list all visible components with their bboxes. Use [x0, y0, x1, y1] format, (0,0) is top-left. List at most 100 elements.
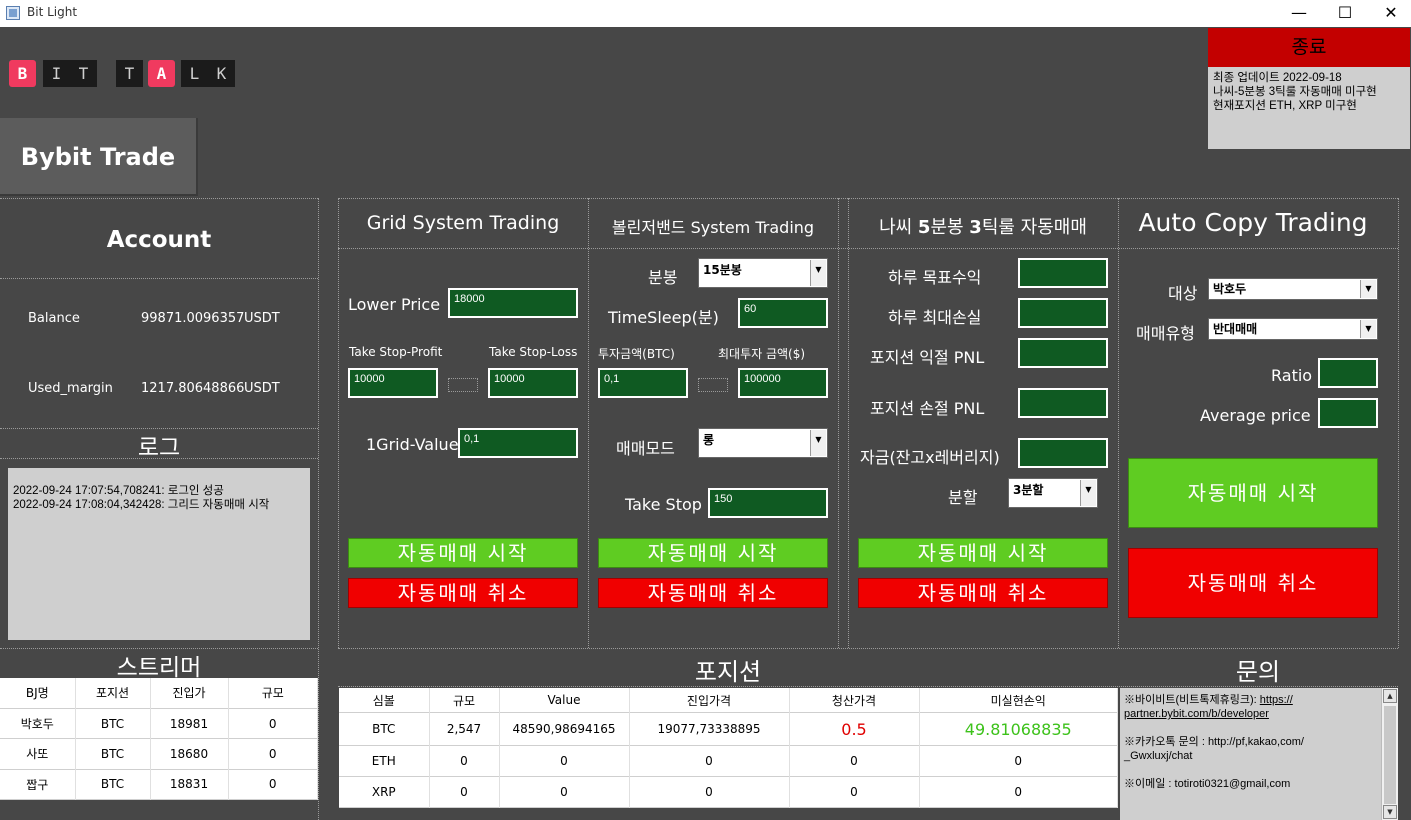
grid-value-label: 1Grid-Value [366, 435, 459, 454]
cell: 0 [429, 745, 500, 777]
notice-box: 최종 업데이트 2022-09-18 나씨-5분봉 3틱룰 자동매매 미구현 현… [1208, 67, 1410, 149]
fund-input[interactable] [1018, 438, 1108, 468]
column-header: BJ명 [0, 678, 76, 709]
column-header: Value [499, 688, 630, 713]
time-sleep-input[interactable]: 60 [738, 298, 828, 328]
logo-letter: T [116, 60, 143, 87]
close-window-button[interactable]: ✕ [1368, 0, 1411, 27]
ratio-input[interactable] [1318, 358, 1378, 388]
cell: 18680 [150, 738, 229, 770]
lower-price-input[interactable]: 18000 [448, 288, 578, 318]
inquiry-text: _Gwxluxj/chat [1124, 750, 1193, 762]
invest-input[interactable]: 0,1 [598, 368, 688, 398]
candle-select[interactable]: 15분봉 ▼ [698, 258, 828, 288]
cell: 0 [499, 776, 630, 808]
cell: ETH [339, 745, 430, 777]
minimize-button[interactable]: — [1276, 0, 1322, 27]
daily-target-label: 하루 목표수익 [888, 268, 982, 287]
nassi-title: 나씨 5분봉 3틱룰 자동매매 [848, 213, 1118, 239]
exit-button[interactable]: 종료 [1208, 28, 1410, 67]
cell: 박호두 [0, 708, 76, 739]
mode-select[interactable]: 롱 ▼ [698, 428, 828, 458]
table-row[interactable]: 박호두 BTC 18981 0 [0, 708, 318, 739]
table-row[interactable]: 사또 BTC 18680 0 [0, 738, 318, 770]
split-select[interactable]: 3분할 ▼ [1008, 478, 1098, 508]
grid-cancel-button[interactable]: 자동매매 취소 [348, 578, 578, 608]
logo-letter: A [148, 60, 175, 87]
daily-maxloss-input[interactable] [1018, 298, 1108, 328]
cell: 0 [629, 745, 790, 777]
logo-letter: I [43, 60, 70, 87]
copy-cancel-button[interactable]: 자동매매 취소 [1128, 548, 1378, 618]
copy-type-select[interactable]: 반대매매 ▼ [1208, 318, 1378, 340]
daily-target-input[interactable] [1018, 258, 1108, 288]
copy-title: Auto Copy Trading [1138, 208, 1368, 237]
mode-label: 매매모드 [616, 439, 675, 458]
inquiry-scrollbar[interactable]: ▲ ▼ [1381, 688, 1398, 820]
nassi-cancel-button[interactable]: 자동매매 취소 [858, 578, 1108, 608]
title-text: 5 [917, 217, 931, 238]
max-invest-label: 최대투자 금액($) [718, 347, 806, 361]
table-row[interactable]: ETH 0 0 0 0 0 [339, 745, 1118, 777]
table-header-row: 심볼 규모 Value 진입가격 청산가격 미실현손익 [339, 688, 1118, 713]
inquiry-link[interactable]: partner.bybit.com/b/developer [1124, 707, 1394, 721]
inquiry-link[interactable]: https:// [1260, 694, 1293, 706]
chevron-down-icon: ▼ [810, 430, 826, 456]
column-header: 청산가격 [789, 688, 920, 713]
log-line: 2022-09-24 17:08:04,342428: 그리드 자동매매 시작 [13, 499, 270, 511]
streamer-table: BJ명 포지션 진입가 규모 박호두 BTC 18981 0 사또 BTC 18… [0, 678, 318, 800]
positions-title: 포지션 [694, 658, 762, 686]
column-header: 미실현손익 [919, 688, 1118, 713]
cell: 0 [228, 769, 318, 800]
pnl-loss-input[interactable] [1018, 388, 1108, 418]
grid-start-button[interactable]: 자동매매 시작 [348, 538, 578, 568]
log-title: 로그 [137, 435, 181, 461]
scroll-down-icon[interactable]: ▼ [1383, 805, 1397, 819]
grid-value-input[interactable]: 0,1 [458, 428, 578, 458]
cell: BTC [339, 712, 430, 746]
window-titlebar: Bit Light — ☐ ✕ [0, 0, 1411, 27]
inquiry-text: ※카카오톡 문의 : http://pf,kakao,com/ [1124, 736, 1304, 748]
inquiry-text: ※이메일 : totiroti0321@gmail,com [1124, 778, 1291, 790]
column-header: 심볼 [339, 688, 430, 713]
scroll-up-icon[interactable]: ▲ [1383, 689, 1397, 703]
cell: 0 [429, 776, 500, 808]
take-loss-label: Take Stop-Loss [489, 345, 578, 359]
column-header: 규모 [429, 688, 500, 713]
bybit-trade-button[interactable]: Bybit Trade [0, 118, 198, 196]
title-text: 나씨 [879, 217, 918, 238]
cell: 0 [789, 745, 920, 777]
pnl-profit-input[interactable] [1018, 338, 1108, 368]
chevron-down-icon: ▼ [1360, 280, 1376, 298]
logo-letter: L [181, 60, 208, 87]
candle-value: 15분봉 [703, 263, 742, 277]
column-header: 규모 [228, 678, 318, 709]
ratio-label: Ratio [1271, 366, 1313, 385]
balance-value: 99871.0096357 [141, 311, 245, 326]
average-price-input[interactable] [1318, 398, 1378, 428]
scroll-thumb[interactable] [1384, 706, 1396, 804]
notice-line: 나씨-5분봉 3틱룰 자동매매 미구현 [1213, 86, 1377, 98]
copy-target-select[interactable]: 박호두 ▼ [1208, 278, 1378, 300]
bollinger-cancel-button[interactable]: 자동매매 취소 [598, 578, 828, 608]
copy-type-label: 매매유형 [1136, 324, 1195, 343]
cell: 48590,98694165 [499, 712, 630, 746]
take-stop-input[interactable]: 150 [708, 488, 828, 518]
max-invest-input[interactable]: 100000 [738, 368, 828, 398]
table-row[interactable]: BTC 2,547 48590,98694165 19077,73338895 … [339, 712, 1118, 746]
nassi-start-button[interactable]: 자동매매 시작 [858, 538, 1108, 568]
notice-line: 최종 업데이트 2022-09-18 [1213, 72, 1342, 84]
take-stop-label: Take Stop [625, 495, 702, 514]
liquidation-price: 0.5 [789, 712, 920, 746]
table-row[interactable]: 짭구 BTC 18831 0 [0, 769, 318, 800]
copy-start-button[interactable]: 자동매매 시작 [1128, 458, 1378, 528]
lower-price-label: Lower Price [348, 295, 441, 314]
margin-value: 1217.80648866 [141, 381, 245, 396]
notice-line: 현재포지션 ETH, XRP 미구현 [1213, 100, 1357, 112]
take-loss-input[interactable]: 10000 [488, 368, 578, 398]
margin-label: Used_margin [28, 381, 113, 396]
take-profit-input[interactable]: 10000 [348, 368, 438, 398]
table-row[interactable]: XRP 0 0 0 0 0 [339, 776, 1118, 808]
bollinger-start-button[interactable]: 자동매매 시작 [598, 538, 828, 568]
maximize-button[interactable]: ☐ [1322, 0, 1368, 27]
